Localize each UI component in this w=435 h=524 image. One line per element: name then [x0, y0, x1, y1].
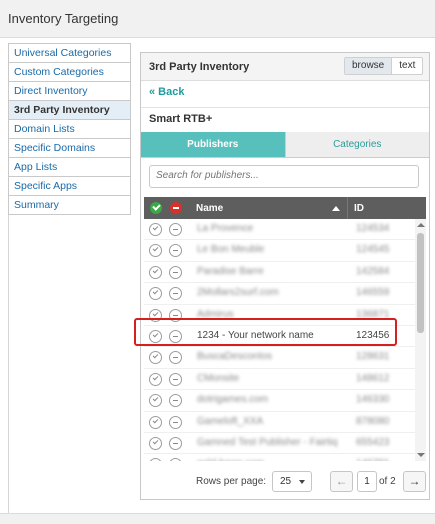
exclude-all-icon[interactable]: [170, 202, 182, 214]
table-row[interactable]: gold-barre.com 146791: [144, 454, 415, 461]
publisher-id: 124545: [356, 244, 390, 256]
publisher-id: 146791: [356, 458, 389, 461]
pagination: Rows per page: 25 ← 1 of 2 →: [141, 466, 429, 498]
table-row[interactable]: BuscaDescontos 128631: [144, 347, 415, 369]
include-check-icon[interactable]: [149, 287, 162, 301]
table-row[interactable]: Le Bon Meuble 124545: [144, 240, 415, 262]
id-column-header[interactable]: ID: [354, 203, 364, 214]
back-link[interactable]: « Back: [149, 86, 184, 98]
table-row[interactable]: Gamned Test Publisher - Fairtiq 655423: [144, 432, 415, 455]
sidebar-item-3rd-party-inventory[interactable]: 3rd Party Inventory: [8, 101, 131, 120]
sidebar-item-specific-apps[interactable]: Specific Apps: [8, 177, 131, 196]
table-row[interactable]: Paradise Barre 142584: [144, 261, 415, 284]
sidebar-item-summary[interactable]: Summary: [8, 196, 131, 215]
exclude-minus-icon[interactable]: [169, 372, 182, 386]
rows-per-page-label: Rows per page:: [196, 476, 267, 487]
divider: [141, 107, 429, 108]
exclude-minus-icon[interactable]: [169, 458, 182, 461]
source-title: Smart RTB+: [149, 113, 213, 125]
publisher-name: BuscaDescontos: [197, 351, 273, 363]
publisher-name: dotrigames.com: [197, 394, 269, 406]
sidebar-divider: [8, 215, 9, 515]
bottom-bar: [0, 513, 435, 524]
exclude-minus-icon[interactable]: [169, 436, 182, 450]
include-check-icon[interactable]: [149, 458, 162, 461]
panel-header: 3rd Party Inventory browse text: [141, 53, 429, 81]
exclude-minus-icon[interactable]: [169, 287, 182, 301]
sidebar-nav: Universal Categories Custom Categories Dir…: [8, 43, 131, 215]
previous-page-button[interactable]: ←: [330, 471, 353, 492]
publisher-name: gold-barre.com: [197, 458, 264, 461]
tab-bar: Publishers Categories: [141, 132, 429, 158]
sidebar-item-universal-categories[interactable]: Universal Categories: [8, 43, 131, 63]
exclude-minus-icon[interactable]: [169, 223, 182, 236]
view-toggle: browse text: [344, 57, 424, 75]
panel-title: 3rd Party Inventory: [149, 61, 250, 73]
sidebar-item-custom-categories[interactable]: Custom Categories: [8, 63, 131, 82]
next-page-button[interactable]: →: [403, 471, 426, 492]
publisher-id: 142584: [356, 265, 390, 277]
chevron-down-icon: [299, 480, 305, 484]
include-check-icon[interactable]: [149, 265, 162, 279]
exclude-minus-icon[interactable]: [169, 415, 182, 429]
scroll-up-icon[interactable]: [417, 223, 425, 227]
column-separator: [347, 197, 348, 219]
third-party-inventory-panel: 3rd Party Inventory browse text « Back S…: [140, 52, 430, 500]
vertical-scrollbar[interactable]: [415, 219, 426, 461]
include-check-icon[interactable]: [149, 351, 162, 365]
publisher-id: 128631: [356, 351, 390, 363]
publisher-name: CMonsite: [197, 372, 240, 384]
table-row[interactable]: dotrigames.com 146330: [144, 390, 415, 412]
tab-categories[interactable]: Categories: [284, 132, 429, 157]
page-title: Inventory Targeting: [8, 11, 119, 26]
scroll-down-icon[interactable]: [417, 453, 425, 457]
include-check-icon[interactable]: [149, 436, 162, 450]
exclude-minus-icon[interactable]: [169, 351, 182, 365]
browse-toggle-button[interactable]: browse: [345, 58, 393, 74]
publisher-name: Paradise Barre: [197, 265, 264, 277]
exclude-minus-icon[interactable]: [169, 265, 182, 279]
publisher-name: Gamned Test Publisher - Fairtiq: [197, 436, 338, 448]
publisher-name: Gameloft_XXA: [197, 415, 264, 427]
search-box: [149, 165, 419, 188]
page-count-label: of 2: [379, 476, 396, 487]
name-column-header[interactable]: Name: [196, 203, 223, 214]
sidebar-item-app-lists[interactable]: App Lists: [8, 158, 131, 177]
publisher-id: 146559: [356, 287, 390, 299]
publisher-name: Le Bon Meuble: [197, 244, 265, 256]
publisher-name: La Provence: [197, 223, 254, 234]
grid-header: Name ID: [144, 197, 426, 219]
search-input[interactable]: [150, 166, 412, 185]
rows-per-page-value: 25: [280, 476, 292, 487]
table-row[interactable]: 2Mollars2surf.com 146559: [144, 283, 415, 305]
publisher-id: 655423: [356, 436, 390, 448]
include-check-icon[interactable]: [149, 223, 162, 236]
include-all-icon[interactable]: [150, 202, 162, 214]
include-check-icon[interactable]: [149, 415, 162, 429]
publisher-name: 2Mollars2surf.com: [197, 287, 279, 299]
publisher-id: 878080: [356, 415, 390, 427]
tab-publishers[interactable]: Publishers: [141, 132, 285, 157]
sidebar-item-direct-inventory[interactable]: Direct Inventory: [8, 82, 131, 101]
table-row[interactable]: CMonsite 148612: [144, 368, 415, 391]
exclude-minus-icon[interactable]: [169, 394, 182, 408]
scrollbar-thumb[interactable]: [417, 233, 424, 333]
publisher-id: 148612: [356, 372, 390, 384]
include-check-icon[interactable]: [149, 244, 162, 258]
publisher-id: 146330: [356, 394, 390, 406]
rows-per-page-select[interactable]: 25: [272, 471, 312, 492]
table-row[interactable]: La Provence 124534: [144, 219, 415, 241]
page-number-input[interactable]: 1: [357, 471, 377, 492]
publisher-id: 124534: [356, 223, 390, 234]
sidebar-item-domain-lists[interactable]: Domain Lists: [8, 120, 131, 139]
exclude-minus-icon[interactable]: [169, 244, 182, 258]
highlighted-row-outline: [134, 318, 397, 346]
top-bar: Inventory Targeting: [0, 0, 435, 38]
include-check-icon[interactable]: [149, 394, 162, 408]
sidebar-item-specific-domains[interactable]: Specific Domains: [8, 139, 131, 158]
text-toggle-button[interactable]: text: [392, 58, 422, 74]
sort-ascending-icon[interactable]: [332, 206, 340, 211]
include-check-icon[interactable]: [149, 372, 162, 386]
table-row[interactable]: Gameloft_XXA 878080: [144, 411, 415, 433]
